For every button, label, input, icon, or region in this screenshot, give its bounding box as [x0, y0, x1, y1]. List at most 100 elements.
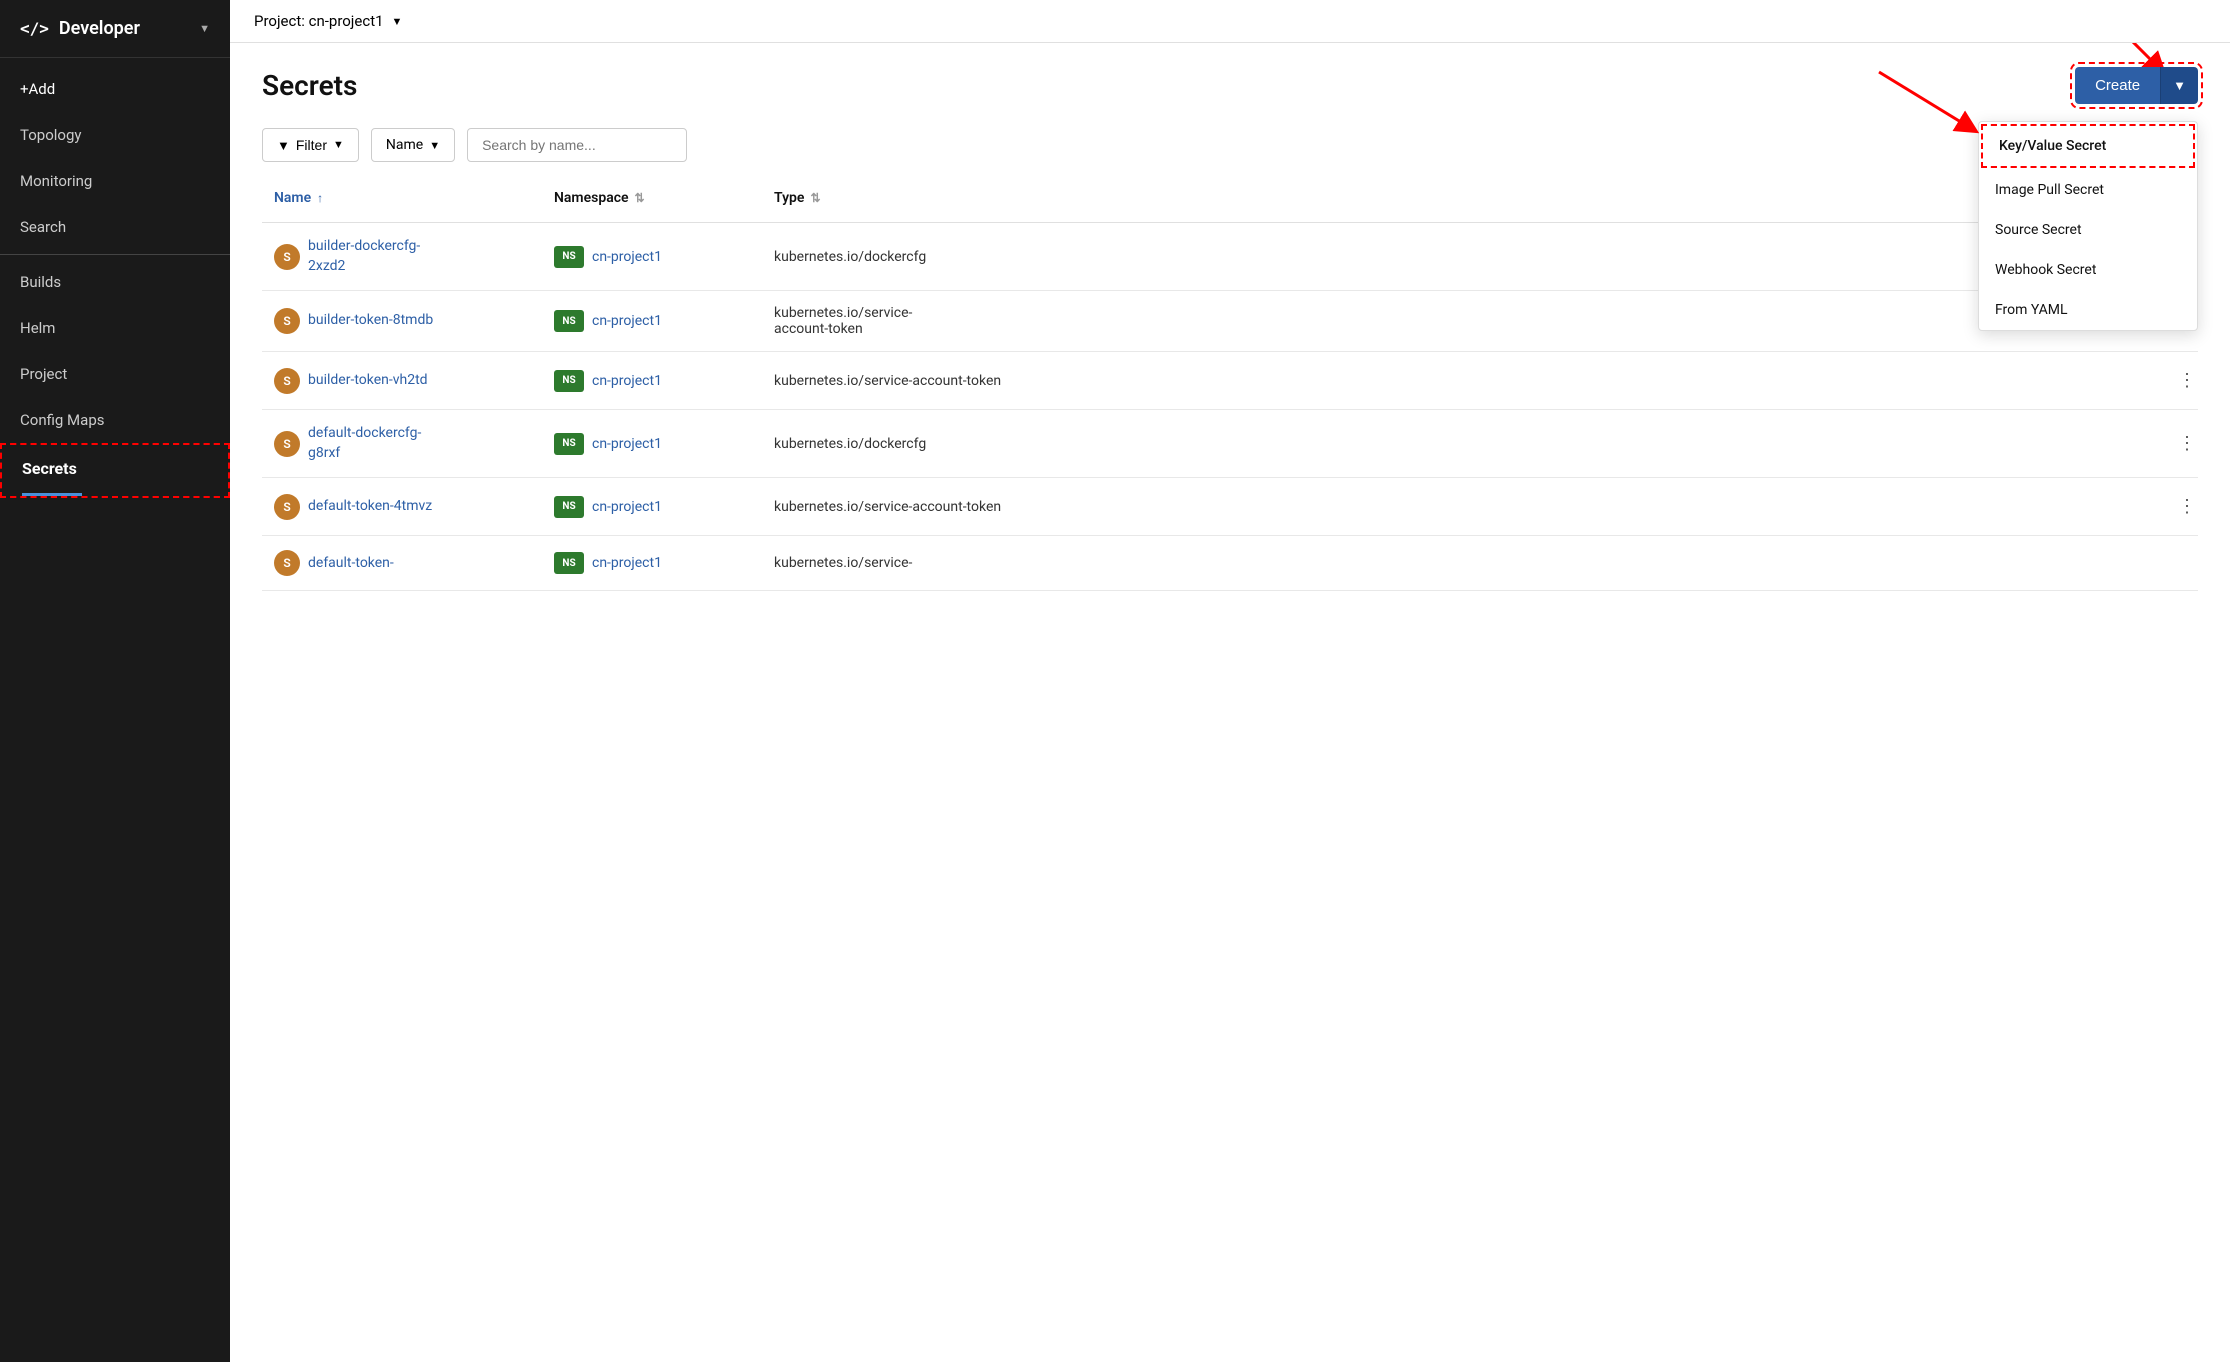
create-dropdown-arrow-button[interactable]: ▼: [2160, 67, 2198, 104]
table-cell-type: kubernetes.io/service-account-token: [762, 485, 2158, 529]
column-header-type: Type ⇅: [762, 182, 2158, 214]
sidebar-item-monitoring-label: Monitoring: [20, 172, 92, 190]
table-row: S default-token-4tmvz NS cn-project1 kub…: [262, 478, 2198, 536]
dropdown-item-fromyaml-label: From YAML: [1995, 302, 2068, 318]
namespace-link[interactable]: cn-project1: [592, 373, 662, 389]
table-cell-name: S default-dockercfg-g8rxf: [262, 410, 542, 477]
table-cell-namespace: NS cn-project1: [542, 356, 762, 406]
create-button[interactable]: Create: [2075, 67, 2160, 104]
table-cell-name: S builder-token-8tmdb: [262, 294, 542, 348]
topbar: Project: cn-project1 ▼: [230, 0, 2230, 43]
ns-badge: NS: [554, 246, 584, 268]
sidebar-item-add-label: +Add: [20, 80, 55, 98]
sidebar-header[interactable]: </> Developer ▼: [0, 0, 230, 58]
sidebar-item-configmaps-label: Config Maps: [20, 411, 104, 429]
sidebar-item-project-label: Project: [20, 365, 67, 383]
table-cell-type: kubernetes.io/service-: [762, 541, 2158, 585]
table-cell-type: kubernetes.io/dockercfg: [762, 235, 2158, 279]
table-cell-name: S builder-dockercfg-2xzd2: [262, 223, 542, 290]
project-selector[interactable]: Project: cn-project1 ▼: [254, 12, 402, 30]
secret-name-link[interactable]: builder-dockercfg-2xzd2: [308, 237, 420, 276]
dropdown-item-webhook[interactable]: Webhook Secret: [1979, 250, 2197, 290]
table-row: S builder-dockercfg-2xzd2 NS cn-project1…: [262, 223, 2198, 291]
column-header-namespace: Namespace ⇅: [542, 182, 762, 214]
secret-name-link[interactable]: builder-token-vh2td: [308, 371, 428, 391]
create-dropdown-menu: Key/Value Secret Image Pull Secret Sourc…: [1978, 121, 2198, 331]
ns-badge: NS: [554, 496, 584, 518]
sidebar-item-secrets[interactable]: Secrets: [0, 443, 230, 498]
secret-icon-badge: S: [274, 244, 300, 270]
sidebar-item-search[interactable]: Search: [0, 204, 230, 250]
dropdown-item-keyvalue[interactable]: Key/Value Secret: [1981, 124, 2195, 168]
sidebar-item-topology-label: Topology: [20, 126, 81, 144]
dropdown-item-fromyaml[interactable]: From YAML: [1979, 290, 2197, 330]
table-cell-name: S default-token-4tmvz: [262, 480, 542, 534]
secret-name-link[interactable]: default-dockercfg-g8rxf: [308, 424, 421, 463]
dropdown-item-source[interactable]: Source Secret: [1979, 210, 2197, 250]
table-cell-actions: ⋮: [2158, 478, 2198, 535]
filter-arrow-icon: ▼: [333, 139, 344, 151]
table-cell-name: S default-token-: [262, 536, 542, 590]
page-header: Secrets Create ▼: [262, 67, 2198, 104]
dropdown-item-imagepull[interactable]: Image Pull Secret: [1979, 170, 2197, 210]
dropdown-item-keyvalue-label: Key/Value Secret: [1999, 138, 2106, 154]
namespace-link[interactable]: cn-project1: [592, 249, 662, 265]
project-arrow-icon: ▼: [392, 15, 403, 28]
ns-badge: NS: [554, 370, 584, 392]
search-input[interactable]: [467, 128, 687, 162]
secret-icon-badge: S: [274, 550, 300, 576]
sidebar-item-helm[interactable]: Helm: [0, 305, 230, 351]
secret-name-link[interactable]: default-token-: [308, 554, 394, 574]
table-cell-namespace: NS cn-project1: [542, 296, 762, 346]
name-select[interactable]: Name ▼: [371, 128, 455, 162]
namespace-link[interactable]: cn-project1: [592, 499, 662, 515]
table-cell-type: kubernetes.io/dockercfg: [762, 422, 2158, 466]
table-cell-namespace: NS cn-project1: [542, 482, 762, 532]
sidebar-item-helm-label: Helm: [20, 319, 55, 337]
namespace-link[interactable]: cn-project1: [592, 555, 662, 571]
sidebar-item-secrets-label: Secrets: [22, 459, 77, 478]
project-label: Project: cn-project1: [254, 12, 384, 30]
sidebar-item-add[interactable]: +Add: [0, 66, 230, 112]
dropdown-item-source-label: Source Secret: [1995, 222, 2082, 238]
sidebar-divider: [0, 254, 230, 255]
table-cell-type: kubernetes.io/service-account-token: [762, 359, 2158, 403]
data-table: Name ↑ Namespace ⇅ Type ⇅ S builder-do: [262, 182, 2198, 591]
kebab-menu-icon[interactable]: ⋮: [2170, 492, 2204, 521]
sidebar-arrow-icon: ▼: [199, 22, 210, 35]
secret-icon-badge: S: [274, 368, 300, 394]
sidebar-item-project[interactable]: Project: [0, 351, 230, 397]
table-cell-name: S builder-token-vh2td: [262, 354, 542, 408]
create-wrapper: Create ▼ Key/Value: [2075, 67, 2198, 104]
name-arrow-icon: ▼: [429, 139, 440, 152]
column-header-name: Name ↑: [262, 182, 542, 214]
ns-badge: NS: [554, 310, 584, 332]
secret-name-link[interactable]: default-token-4tmvz: [308, 497, 432, 517]
table-cell-namespace: NS cn-project1: [542, 538, 762, 588]
dropdown-item-webhook-label: Webhook Secret: [1995, 262, 2096, 278]
secret-icon-badge: S: [274, 308, 300, 334]
secret-icon-badge: S: [274, 431, 300, 457]
sidebar-item-configmaps[interactable]: Config Maps: [0, 397, 230, 443]
table-cell-actions: ⋮: [2158, 415, 2198, 472]
namespace-link[interactable]: cn-project1: [592, 436, 662, 452]
kebab-menu-icon[interactable]: ⋮: [2170, 366, 2204, 395]
dropdown-item-imagepull-label: Image Pull Secret: [1995, 182, 2104, 198]
main-content: Project: cn-project1 ▼ Secrets: [230, 0, 2230, 1362]
namespace-link[interactable]: cn-project1: [592, 313, 662, 329]
filter-button[interactable]: ▼ Filter ▼: [262, 128, 359, 162]
secrets-active-underline: [22, 493, 82, 496]
table-cell-actions: [2158, 549, 2198, 577]
sidebar-nav: +Add Topology Monitoring Search Builds H…: [0, 58, 230, 506]
sidebar-item-monitoring[interactable]: Monitoring: [0, 158, 230, 204]
kebab-menu-icon[interactable]: ⋮: [2170, 429, 2204, 458]
sidebar-title: Developer: [59, 18, 140, 39]
sidebar-item-topology[interactable]: Topology: [0, 112, 230, 158]
table-cell-type: kubernetes.io/service-account-token: [762, 291, 2158, 351]
sort-both-icon: ⇅: [635, 191, 645, 205]
table-header: Name ↑ Namespace ⇅ Type ⇅: [262, 182, 2198, 223]
sort-both-icon-type: ⇅: [810, 191, 820, 205]
sidebar-item-builds[interactable]: Builds: [0, 259, 230, 305]
secret-name-link[interactable]: builder-token-8tmdb: [308, 311, 433, 331]
sidebar-item-builds-label: Builds: [20, 273, 61, 291]
